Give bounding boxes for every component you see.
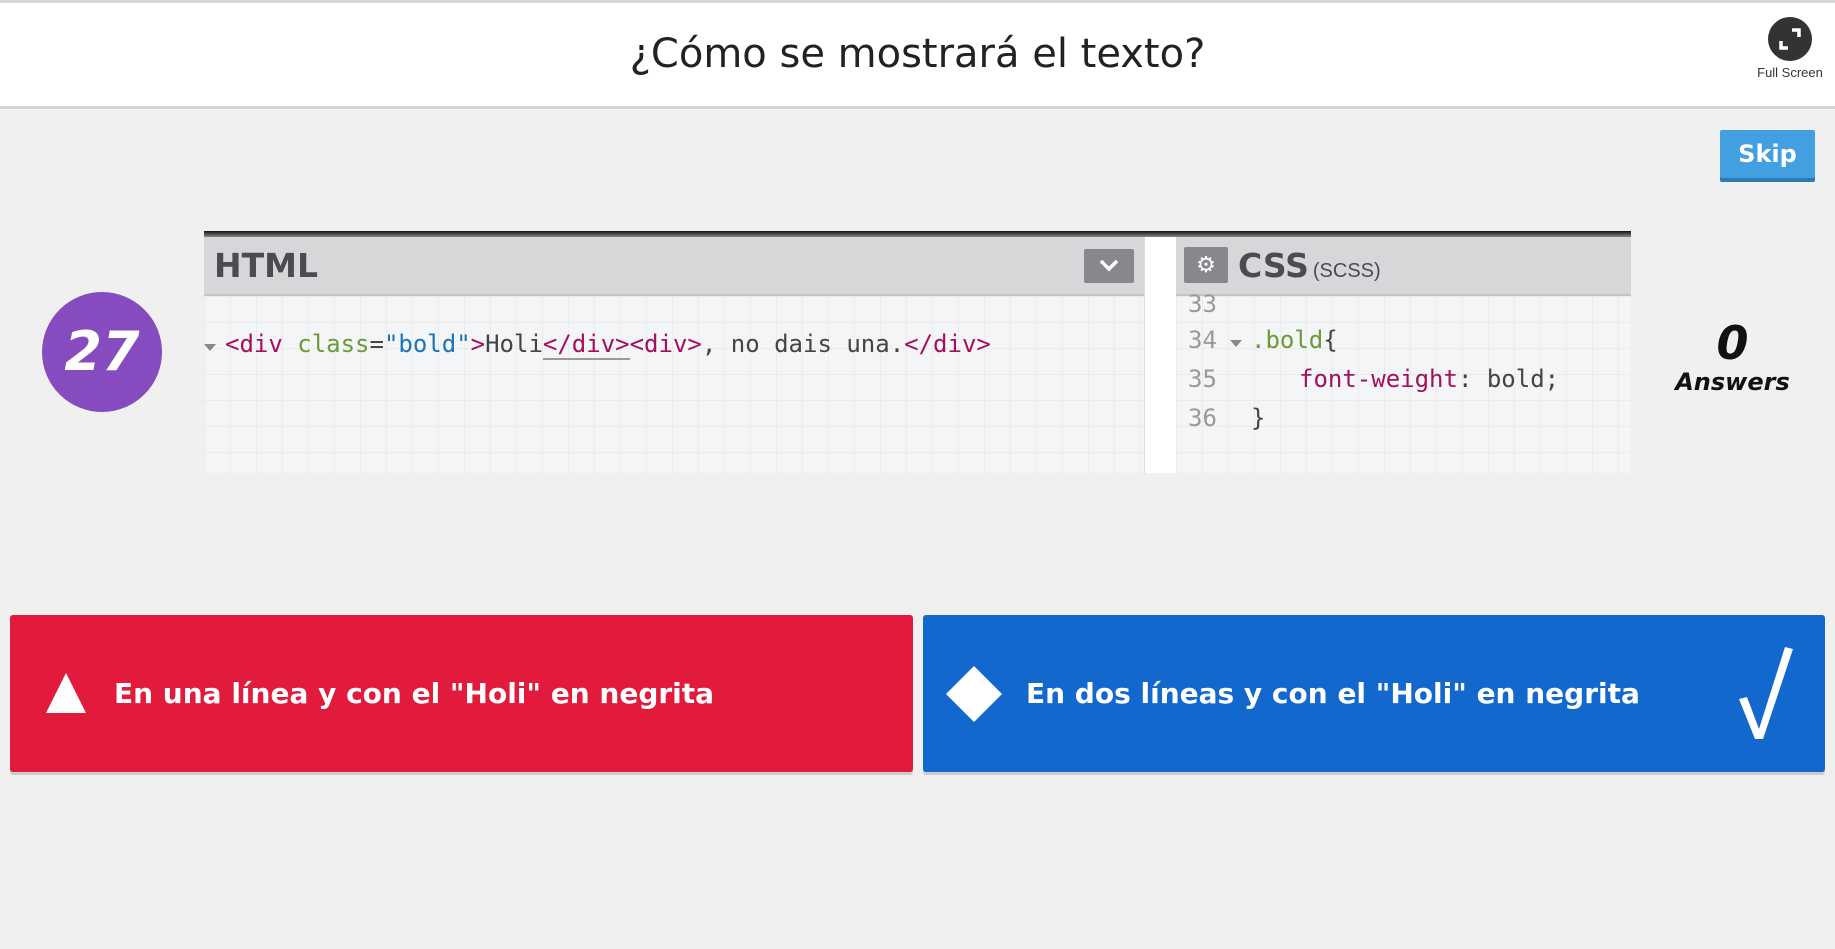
code-token: font-weight [1299,365,1458,393]
question-header: ¿Cómo se mostrará el texto? Full Screen [0,3,1835,109]
code-token: </div> [904,330,991,358]
css-code-panel: ⚙ CSS (SCSS) 33 34 .bold{ 35 font-weight:… [1176,237,1631,473]
html-code-area: <div class="bold">Holi</div><div>, no da… [204,296,1144,473]
css-code-line: } [1251,404,1265,432]
fullscreen-button[interactable]: Full Screen [1755,17,1825,80]
html-panel-title: HTML [214,246,318,285]
question-title: ¿Cómo se mostrará el texto? [629,31,1206,77]
css-code-line: font-weight: bold; [1299,365,1559,393]
line-number: 35 [1188,365,1217,393]
code-token: : bold; [1457,365,1560,393]
code-token: , no dais una. [701,330,905,358]
code-token: </div> [542,330,630,360]
fold-arrow-icon [1230,340,1242,347]
checkmark-icon [1739,647,1793,739]
answer-option-triangle[interactable]: En una línea y con el "Holi" en negrita [10,615,913,772]
diamond-icon [946,666,1002,722]
answer-text: En una línea y con el "Holi" en negrita [114,677,715,710]
code-token: .bold [1251,326,1324,354]
expand-icon[interactable] [1768,17,1812,61]
gear-icon: ⚙ [1184,247,1228,283]
line-number: 36 [1188,404,1217,432]
line-number: 34 [1188,326,1217,354]
code-token: { [1323,326,1338,354]
html-panel-header: HTML [204,237,1144,296]
code-token: = [369,330,384,358]
question-number-badge: 27 [42,292,162,412]
answers-count-value: 0 [1716,316,1749,370]
css-panel-title: CSS (SCSS) [1238,237,1381,301]
css-code-line: .bold{ [1251,326,1338,354]
code-token: } [1251,404,1266,432]
panel-divider [1144,237,1178,473]
css-code-area: 33 34 .bold{ 35 font-weight: bold; 36 } [1176,290,1631,473]
triangle-icon [46,673,86,713]
skip-button[interactable]: Skip [1720,130,1815,178]
answer-option-diamond[interactable]: En dos líneas y con el "Holi" en negrita [923,615,1825,772]
css-title-sub: (SCSS) [1312,260,1381,282]
code-token: <div [225,330,298,358]
css-title-main: CSS [1238,246,1309,285]
css-panel-header: ⚙ CSS (SCSS) [1176,237,1631,296]
html-code-panel: HTML <div class="bold">Holi</div><div>, … [204,237,1144,473]
code-token: <div> [629,330,702,358]
code-token: > [470,330,486,358]
fold-arrow-icon [204,344,216,351]
code-token: class [297,330,370,358]
code-image: HTML <div class="bold">Holi</div><div>, … [204,231,1631,473]
code-token: "bold" [383,330,471,358]
answers-count-label: Answers [1675,368,1790,396]
line-number: 33 [1188,290,1217,318]
fullscreen-label: Full Screen [1757,65,1823,80]
html-code-line: <div class="bold">Holi</div><div>, no da… [225,330,991,360]
answers-counter: 0 Answers [1670,318,1795,396]
code-token: Holi [485,330,543,358]
chevron-down-icon [1084,249,1134,283]
answer-text: En dos líneas y con el "Holi" en negrita [1026,677,1640,710]
